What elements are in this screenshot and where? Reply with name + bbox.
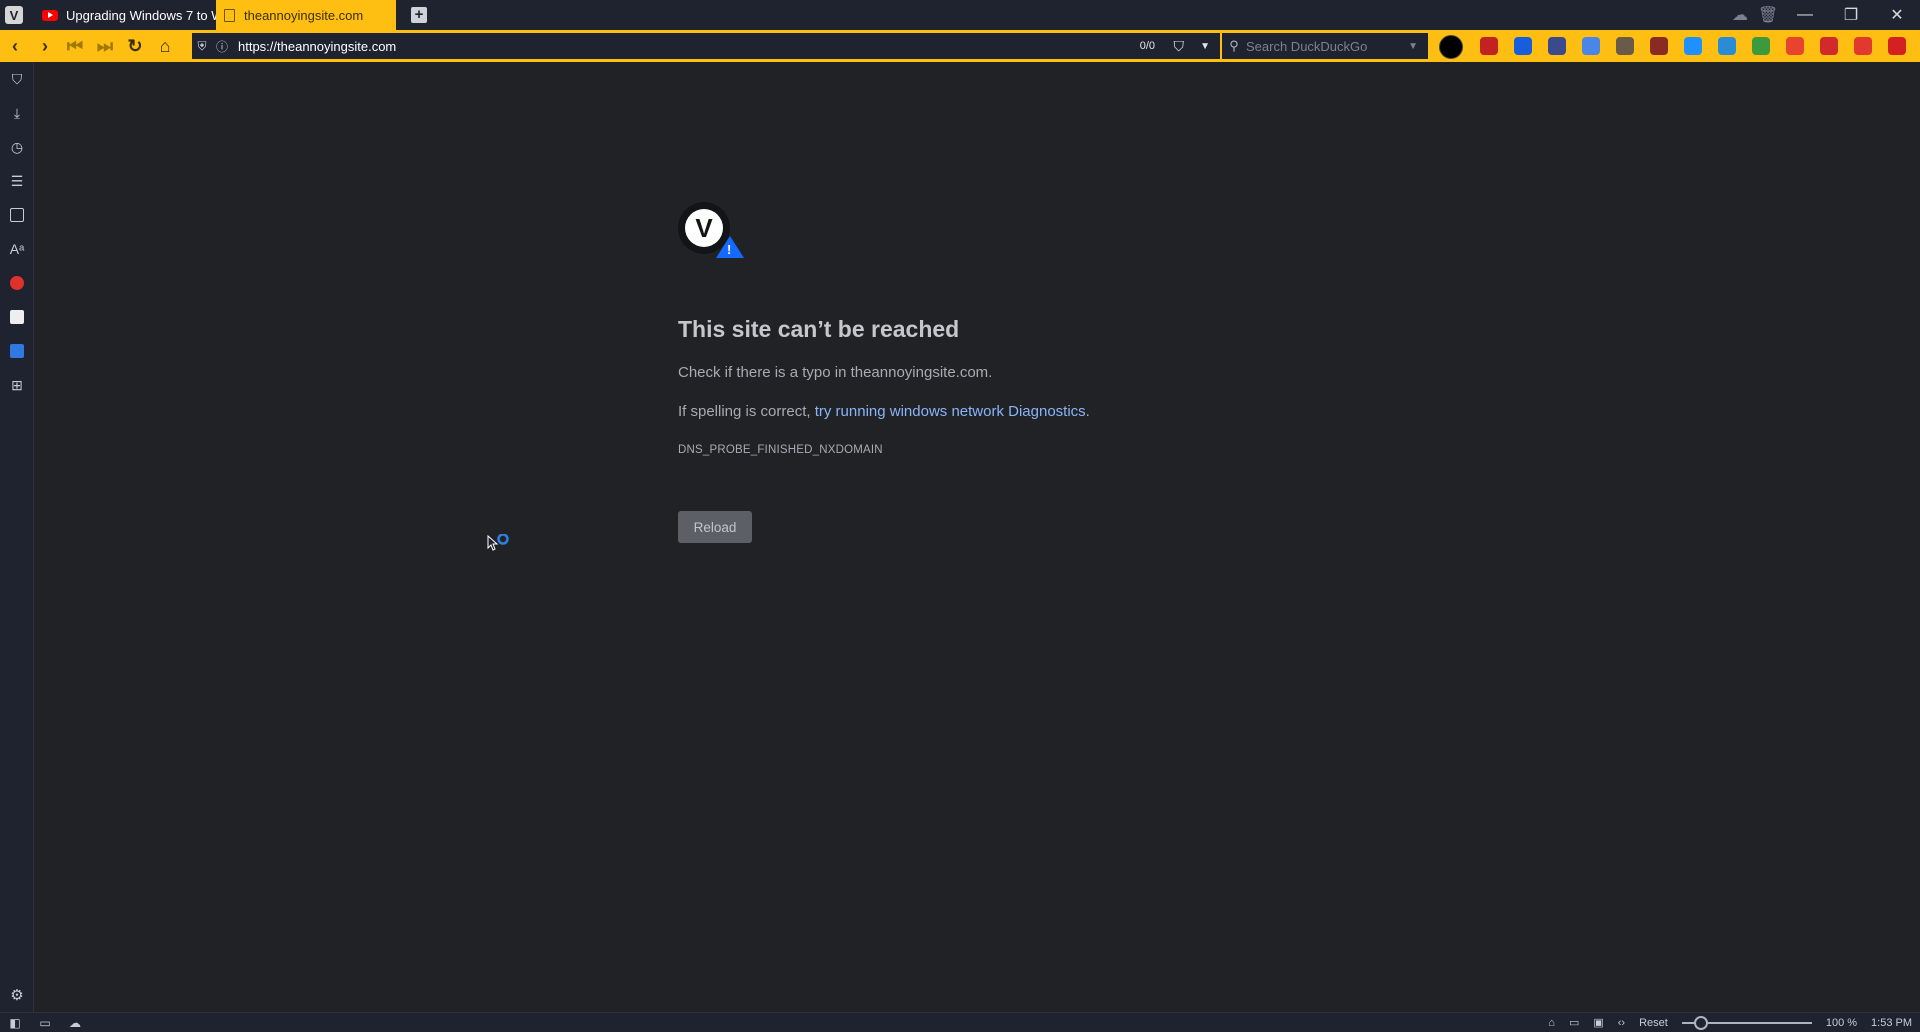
- url-field[interactable]: ⛨ ⓘ https://theannoyingsite.com 0/0 ⛉ ▼: [192, 33, 1220, 59]
- error-diagnostics-hint: If spelling is correct, try running wind…: [678, 403, 1090, 420]
- sync-icon[interactable]: ☁: [1726, 0, 1754, 30]
- notes-icon[interactable]: ☰: [0, 164, 34, 198]
- rewind-button[interactable]: ⏮: [60, 30, 90, 62]
- search-icon: ⚲: [1229, 38, 1239, 53]
- extension-icon[interactable]: [1548, 37, 1566, 55]
- youtube-icon: [42, 9, 58, 21]
- zoom-slider[interactable]: [1681, 1015, 1812, 1030]
- search-input[interactable]: ⚲ Search DuckDuckGo ▼: [1222, 33, 1428, 59]
- side-panel: ⛉ ⤓ ◷ ☰ Aᵃ ⊞ ⚙: [0, 62, 34, 1012]
- bitwarden-icon[interactable]: [1514, 37, 1532, 55]
- tab-title: theannoyingsite.com: [244, 7, 364, 23]
- chevron-down-icon[interactable]: ▼: [1200, 41, 1210, 52]
- zoom-level: 100 %: [1825, 1016, 1858, 1029]
- cloud-icon[interactable]: ☁: [60, 1016, 90, 1030]
- translate-panel-icon[interactable]: Aᵃ: [0, 232, 34, 266]
- camera-icon[interactable]: ⌂: [1548, 1017, 1555, 1029]
- image-icon[interactable]: ▣: [1593, 1016, 1603, 1029]
- error-title: This site can’t be reached: [678, 316, 960, 342]
- gear-icon[interactable]: ⚙: [0, 978, 34, 1012]
- plus-icon: +: [411, 7, 427, 23]
- zoom-slider-knob[interactable]: [1694, 1015, 1709, 1030]
- extension-icon[interactable]: [1820, 37, 1838, 55]
- status-bar: ◧ ▭ ☁ ⌂ ▭ ▣ ‹› Reset 100 % 1:53 PM: [0, 1012, 1920, 1032]
- search-placeholder: Search DuckDuckGo: [1246, 38, 1368, 54]
- fast-forward-button[interactable]: ⏭: [90, 30, 120, 62]
- trash-icon[interactable]: 🗑: [1754, 0, 1782, 30]
- home-icon[interactable]: ⌂: [150, 30, 180, 62]
- add-panel-icon[interactable]: ⊞: [0, 368, 34, 402]
- tab-title: Upgrading Windows 7 to W: [66, 7, 216, 23]
- restore-button[interactable]: ❐: [1828, 0, 1874, 30]
- extension-icon[interactable]: [1854, 37, 1872, 55]
- error-code: DNS_PROBE_FINISHED_NXDOMAIN: [678, 444, 883, 456]
- reload-icon[interactable]: ↻: [120, 30, 150, 62]
- address-toolbar: ‹ › ⏮ ⏭ ↻ ⌂ ⛨ ⓘ https://theannoyingsite.…: [0, 30, 1920, 62]
- profile-avatar[interactable]: [1439, 35, 1463, 59]
- busy-cursor-icon: [487, 534, 509, 551]
- translate-icon[interactable]: [0, 334, 34, 368]
- close-button[interactable]: ✕: [1874, 0, 1920, 30]
- vivaldi-menu-button[interactable]: V: [0, 0, 28, 30]
- extension-icon[interactable]: [1786, 37, 1804, 55]
- document-icon: [224, 8, 235, 22]
- ublock-icon[interactable]: [1480, 37, 1498, 55]
- skype-icon[interactable]: [1684, 37, 1702, 55]
- tab-active[interactable]: theannoyingsite.com: [216, 0, 396, 30]
- back-button[interactable]: ‹: [0, 30, 30, 62]
- translate-icon[interactable]: [1582, 37, 1600, 55]
- url-text[interactable]: https://theannoyingsite.com: [238, 39, 396, 54]
- panel-toggle-icon[interactable]: ◧: [0, 1016, 30, 1030]
- window-controls: ☁ 🗑 — ❐ ✕: [1726, 0, 1920, 30]
- wikipedia-icon[interactable]: [0, 300, 34, 334]
- error-icon: V !: [678, 202, 744, 258]
- tab-bar: V Upgrading Windows 7 to W theannoyingsi…: [0, 0, 1920, 30]
- forward-button[interactable]: ›: [30, 30, 60, 62]
- extension-icon[interactable]: [1752, 37, 1770, 55]
- tab-youtube[interactable]: Upgrading Windows 7 to W: [34, 0, 216, 30]
- history-icon[interactable]: ◷: [0, 130, 34, 164]
- downloads-icon[interactable]: ⤓: [0, 96, 34, 130]
- page-content: V ! This site can’t be reached Check if …: [35, 62, 1920, 1012]
- window-icon[interactable]: [0, 198, 34, 232]
- tile-icon[interactable]: ▭: [30, 1016, 60, 1030]
- error-typo-hint: Check if there is a typo in theannoyings…: [678, 364, 993, 381]
- minimize-button[interactable]: —: [1782, 0, 1828, 30]
- info-icon[interactable]: ⓘ: [212, 38, 232, 55]
- bookmark-icon[interactable]: ⛉: [1174, 38, 1185, 55]
- window-icon[interactable]: ▭: [1569, 1016, 1579, 1029]
- code-icon[interactable]: ‹›: [1618, 1017, 1625, 1029]
- bookmarks-icon[interactable]: ⛉: [0, 62, 34, 96]
- vivaldi-logo-icon: V: [5, 6, 23, 24]
- shield-icon[interactable]: ⛨: [192, 39, 212, 54]
- reload-button[interactable]: Reload: [678, 511, 752, 543]
- zoom-reset-button[interactable]: Reset: [1639, 1017, 1668, 1029]
- block-counter: 0/0: [1139, 40, 1155, 52]
- new-tab-button[interactable]: +: [406, 0, 432, 30]
- chevron-down-icon[interactable]: ▼: [1408, 41, 1418, 52]
- extensions-bar: [1480, 30, 1920, 62]
- clock: 1:53 PM: [1871, 1016, 1912, 1029]
- vivaldi-icon[interactable]: [0, 266, 34, 300]
- extension-icon[interactable]: [1888, 37, 1906, 55]
- extension-icon[interactable]: [1616, 37, 1634, 55]
- extension-icon[interactable]: [1718, 37, 1736, 55]
- extension-icon[interactable]: [1650, 37, 1668, 55]
- diagnostics-link[interactable]: try running windows network Diagnostics: [815, 403, 1086, 420]
